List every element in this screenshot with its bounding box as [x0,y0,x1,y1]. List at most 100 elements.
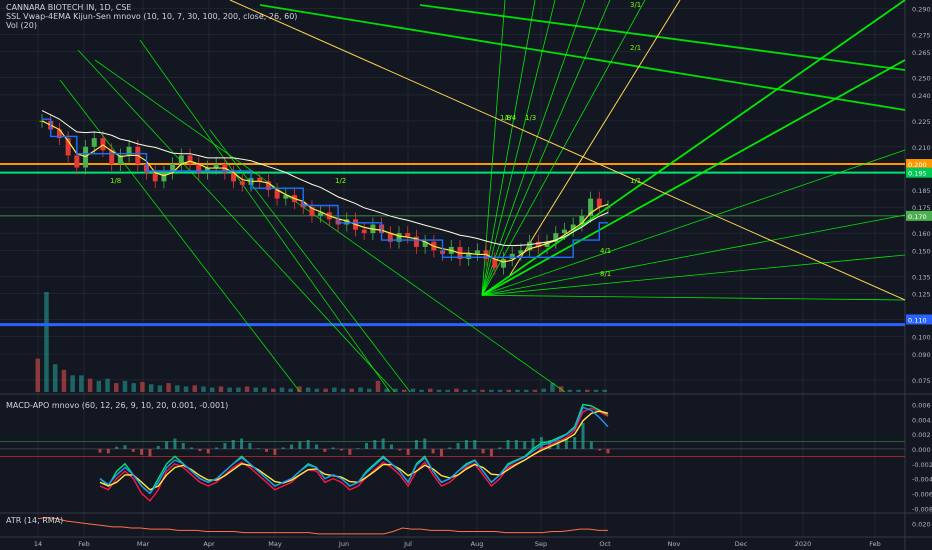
volume-bar [44,292,49,392]
volume-bar [410,388,416,392]
volume-bar [236,387,241,392]
volume-bar [288,388,293,392]
macd-histogram-bar [414,440,418,449]
volume-bar [201,386,206,392]
price-tick-label: 0.240 [912,92,931,100]
candle-body [492,259,498,268]
candle-body [161,172,167,182]
volume-bar [183,386,189,392]
macd-histogram-bar [148,448,152,457]
macd-histogram-bar [356,448,360,449]
macd-histogram-bar [123,445,127,449]
time-tick-label: Jun [338,540,349,548]
macd-histogram-bar [606,448,610,454]
time-tick-label: Sep [535,540,547,548]
candle-body [178,155,184,165]
macd-histogram-bar [206,448,210,454]
candle-body [91,138,97,147]
macd-tick-label: -0.008 [912,505,932,513]
macd-histogram-bar [223,443,227,449]
volume-bar [523,389,529,392]
volume-bar [541,388,546,392]
fan-label: 2/1 [630,44,641,52]
candle-body [501,259,507,268]
macd-histogram-bar [323,448,327,452]
macd-histogram-bar [290,444,294,449]
ssl-indicator-label: SSL Vwap-4EMA Kijun-Sen mnovo (10, 10, 7… [6,12,298,21]
fan-label: 3/1 [630,1,641,9]
candle-body [509,253,515,260]
macd-histogram-bar [106,448,110,454]
candle-body [187,155,193,165]
macd-histogram-bar [589,441,593,449]
macd-tick-label: -0.002 [912,461,932,469]
time-tick-label: 2020 [795,540,812,548]
fan-label: 1/8 [110,177,121,185]
volume-bar [35,358,40,392]
candle-body [213,164,219,168]
candle-body [596,198,602,208]
price-tick-label: 0.265 [912,49,931,57]
macd-histogram-bar [498,447,502,449]
time-tick-label: Nov [668,540,681,548]
candle-body [100,138,106,151]
macd-histogram-bar [506,440,510,449]
macd-histogram-bar [473,440,477,449]
price-tick-label: 0.090 [912,351,931,359]
macd-histogram-bar [240,438,244,449]
volume-bar [209,387,215,392]
price-tag-label: 0.170 [908,213,927,221]
macd-histogram-bar [598,448,602,451]
volume-bar [489,389,494,392]
volume-bar [401,389,407,392]
macd-histogram-bar [298,441,302,449]
atr-legend: ATR (14, RMA) [6,516,63,525]
time-tick-label: Aug [471,540,484,548]
chart-svg[interactable]: 0.2900.2750.2650.2500.2400.2250.2100.200… [0,0,932,550]
volume-bar [366,388,372,392]
chart-title: CANNARA BIOTECH IN, 1D, CSE [6,3,132,12]
volume-bar [602,389,607,392]
vol-indicator-label: Vol (20) [6,21,37,30]
macd-histogram-bar [231,440,235,449]
volume-bar [192,385,198,392]
fan-label: 1/2 [335,177,346,185]
volume-bar [454,388,459,392]
volume-bar [96,380,102,392]
volume-bar [70,375,75,392]
macd-tick-label: 0.002 [912,431,931,439]
macd-histogram-bar [581,422,585,449]
macd-histogram-bar [156,445,160,449]
macd-histogram-bar [340,448,344,451]
price-tick-label: 0.100 [912,334,931,342]
volume-bar [515,389,520,392]
macd-histogram-bar [273,448,277,455]
macd-histogram-bar [181,443,185,449]
macd-histogram-bar [256,448,260,449]
volume-bar [506,389,512,392]
macd-histogram-bar [165,441,169,449]
macd-histogram-bar [331,447,335,449]
macd-histogram-bar [573,437,577,449]
volume-bar [462,389,468,392]
macd-histogram-bar [281,447,285,449]
volume-bar [314,388,320,392]
macd-histogram-bar [456,443,460,449]
volume-bar [279,387,285,392]
macd-histogram-bar [373,440,377,449]
macd-tick-label: -0.006 [912,490,932,498]
volume-bar [218,386,224,392]
candle-body [605,207,611,209]
volume-bar [567,389,573,392]
volume-bar [332,387,337,392]
macd-histogram-bar [364,443,368,449]
candle-body [466,253,472,260]
macd-histogram-bar [248,443,252,449]
volume-bar [148,384,154,392]
volume-bar [105,378,110,392]
volume-bar [262,387,267,392]
volume-bar [428,388,433,392]
time-tick-label: Feb [869,540,881,548]
macd-histogram-bar [198,448,202,452]
volume-bar [419,389,424,392]
